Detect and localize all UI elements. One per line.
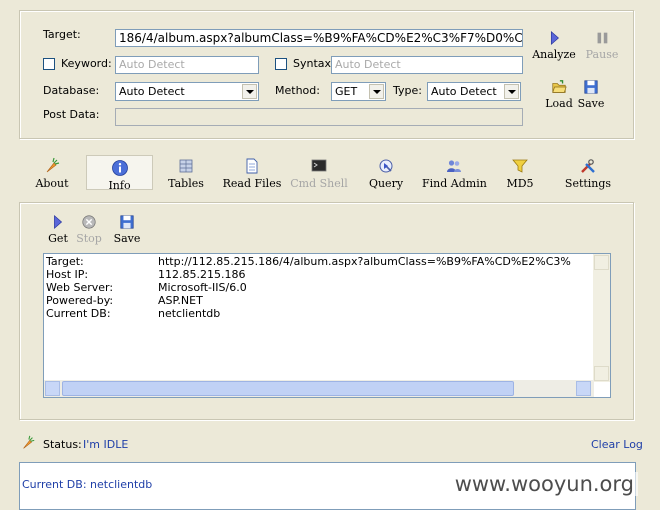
vertical-scrollbar[interactable] — [593, 254, 610, 382]
info-key: Web Server: — [46, 281, 114, 294]
clear-log-link[interactable]: Clear Log — [591, 438, 643, 451]
stop-label: Stop — [76, 232, 102, 245]
info-key: Current DB: — [46, 307, 111, 320]
status-label: Status: — [43, 438, 82, 451]
toolbar-find-admin[interactable]: Find Admin — [422, 157, 487, 190]
stop-button[interactable]: Stop — [74, 214, 104, 245]
save-info-label: Save — [113, 232, 141, 245]
scroll-up-icon[interactable] — [594, 255, 609, 270]
load-button[interactable]: Load — [542, 79, 576, 110]
toolbar-tables-label: Tables — [168, 177, 204, 190]
postdata-input[interactable] — [115, 108, 523, 126]
toolbar-md5-label: MD5 — [506, 177, 534, 190]
info-row-currentdb: Current DB: — [46, 307, 111, 320]
info-row-currentdb-value: netclientdb — [158, 307, 221, 320]
analyze-label: Analyze — [532, 48, 576, 61]
log-line: Current DB: netclientdb — [22, 478, 153, 491]
get-button[interactable]: Get — [44, 214, 72, 245]
toolbar-about-label: About — [35, 177, 69, 190]
scroll-right-icon[interactable] — [576, 381, 591, 396]
syntax-checkbox[interactable] — [275, 58, 287, 70]
info-row-hostip: Host IP: — [46, 268, 88, 281]
toolbar-find-admin-label: Find Admin — [422, 177, 487, 190]
toolbar-read-files-label: Read Files — [222, 177, 282, 190]
users-icon — [447, 160, 461, 172]
document-icon — [246, 158, 258, 174]
toolbar-info[interactable]: Info — [86, 155, 153, 192]
load-label: Load — [545, 97, 573, 110]
pause-icon — [597, 32, 608, 44]
pause-label: Pause — [585, 48, 619, 61]
info-row-target-value: http://112.85.215.186/4/album.aspx?album… — [158, 255, 571, 268]
funnel-icon — [512, 159, 528, 173]
tools-icon — [581, 159, 595, 173]
toolbar-settings-label: Settings — [564, 177, 612, 190]
toolbar-about[interactable]: About — [32, 157, 72, 190]
info-row-poweredby: Powered-by: — [46, 294, 113, 307]
info-row-poweredby-value: ASP.NET — [158, 294, 203, 307]
target-label: Target: — [43, 28, 81, 41]
target-input[interactable]: 186/4/album.aspx?albumClass=%B9%FA%CD%E2… — [115, 29, 523, 47]
horizontal-scroll-thumb[interactable] — [62, 381, 514, 396]
toolbar-settings[interactable]: Settings — [562, 157, 614, 190]
syntax-label: Syntax: — [293, 57, 335, 70]
floppy-disk-icon — [120, 215, 134, 229]
keyword-label: Keyword: — [61, 57, 112, 70]
info-key: Target: — [46, 255, 84, 268]
info-textbox[interactable]: Target: http://112.85.215.186/4/album.as… — [43, 253, 611, 398]
info-key: Powered-by: — [46, 294, 114, 307]
method-label: Method: — [275, 84, 320, 97]
database-select-value: Auto Detect — [119, 85, 185, 98]
carrot-icon — [46, 157, 60, 173]
info-row-webserver-value: Microsoft-IIS/6.0 — [158, 281, 247, 294]
info-icon — [111, 160, 128, 176]
syntax-input[interactable]: Auto Detect — [331, 56, 523, 74]
toolbar-info-label: Info — [108, 179, 131, 192]
scroll-left-icon[interactable] — [45, 381, 60, 396]
postdata-label: Post Data: — [43, 108, 100, 121]
database-select[interactable]: Auto Detect — [115, 82, 259, 101]
watermark-text: www.wooyun.org — [450, 472, 638, 496]
scroll-down-icon[interactable] — [594, 366, 609, 381]
method-select-value: GET — [335, 85, 358, 98]
type-select[interactable]: Auto Detect — [427, 82, 521, 101]
toolbar-cmd-shell-label: Cmd Shell — [290, 177, 348, 190]
get-label: Get — [48, 232, 68, 245]
save-request-label: Save — [577, 97, 605, 110]
toolbar-query-label: Query — [368, 177, 404, 190]
database-label: Database: — [43, 84, 100, 97]
info-key: Host IP: — [46, 268, 89, 281]
folder-open-icon — [552, 80, 567, 93]
method-select[interactable]: GET — [331, 82, 386, 101]
query-icon — [379, 159, 393, 173]
carrot-icon — [23, 435, 35, 449]
terminal-icon — [311, 159, 327, 172]
chevron-down-icon[interactable] — [242, 84, 257, 99]
info-row-webserver: Web Server: — [46, 281, 113, 294]
pause-button[interactable]: Pause — [584, 30, 620, 61]
stop-icon — [82, 215, 96, 229]
keyword-checkbox[interactable] — [43, 58, 55, 70]
type-select-value: Auto Detect — [431, 85, 497, 98]
info-row-hostip-value: 112.85.215.186 — [158, 268, 246, 281]
analyze-button[interactable]: Analyze — [532, 30, 576, 61]
toolbar-read-files[interactable]: Read Files — [220, 157, 284, 190]
horizontal-scrollbar[interactable] — [44, 380, 594, 397]
play-icon — [54, 214, 63, 230]
keyword-input[interactable]: Auto Detect — [115, 56, 259, 74]
floppy-disk-icon — [584, 80, 598, 94]
type-label: Type: — [393, 84, 422, 97]
chevron-down-icon[interactable] — [369, 84, 384, 99]
save-request-button[interactable]: Save — [576, 79, 606, 110]
toolbar-tables[interactable]: Tables — [164, 157, 208, 190]
save-info-button[interactable]: Save — [112, 214, 142, 245]
status-value: I'm IDLE — [83, 438, 129, 451]
play-icon — [550, 30, 559, 46]
toolbar-cmd-shell[interactable]: Cmd Shell — [290, 157, 348, 190]
info-row-target: Target: — [46, 255, 84, 268]
table-icon — [179, 159, 193, 173]
chevron-down-icon[interactable] — [504, 84, 519, 99]
toolbar-md5[interactable]: MD5 — [504, 157, 536, 190]
toolbar-query[interactable]: Query — [366, 157, 406, 190]
